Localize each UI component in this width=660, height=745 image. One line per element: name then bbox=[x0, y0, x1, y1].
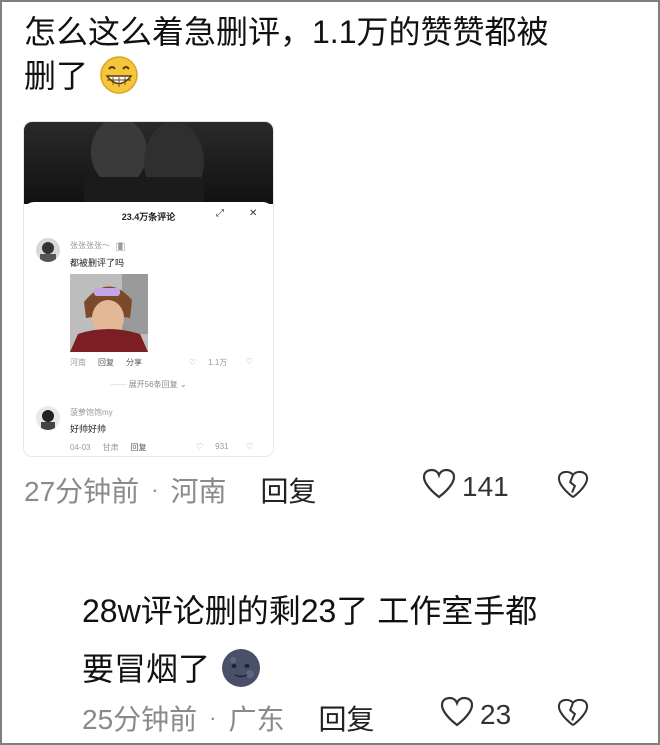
comment-2-like-count: 23 bbox=[480, 698, 512, 730]
comment-2-like-button[interactable]: 23 bbox=[440, 696, 511, 733]
avatar[interactable] bbox=[36, 238, 60, 262]
comment-1-line-2: 删了 bbox=[24, 58, 89, 94]
comment-1-line-2-wrap: 删了 bbox=[24, 54, 634, 106]
chevron-down-icon: ⌄ bbox=[179, 380, 187, 389]
comment-a-meta: 河南 回复 分享 bbox=[70, 357, 142, 368]
separator-dot: · bbox=[151, 477, 159, 502]
comment-b-like[interactable]: ♡ 931 bbox=[196, 442, 229, 451]
comment-1-meta: 27分钟前 · 河南 回复 bbox=[24, 470, 317, 510]
comment-1-text: 怎么这么着急删评，1.1万的赞赞都被 删了 bbox=[24, 10, 634, 106]
broken-heart-icon[interactable]: ♡ bbox=[246, 357, 253, 366]
comment-2-time: 25分钟前 bbox=[82, 704, 198, 735]
heart-icon: ♡ bbox=[189, 358, 197, 367]
comment-location: 甘肃 bbox=[102, 443, 119, 452]
comment-2-text: 28w评论删的剩23了 工作室手都 要冒烟了 bbox=[82, 582, 622, 708]
comment-photo[interactable] bbox=[70, 274, 148, 352]
video-thumbnail bbox=[24, 122, 273, 207]
like-count: 1.1万 bbox=[208, 358, 228, 367]
user-badge: █ bbox=[116, 243, 125, 251]
comment-date: 04-03 bbox=[70, 443, 91, 452]
broken-heart-icon bbox=[557, 470, 589, 505]
screenshot-frame: 怎么这么着急删评，1.1万的赞赞都被 删了 23.4万条评论 ⤢ ✕ 张张张张～… bbox=[0, 0, 660, 745]
comment-b-meta: 04-03 甘肃 回复 bbox=[70, 442, 146, 453]
username[interactable]: 菠萝饱饱my bbox=[70, 407, 113, 418]
comment-2-line-1: 28w评论删的剩23了 工作室手都 bbox=[82, 593, 538, 629]
heart-icon bbox=[440, 696, 474, 733]
comment-1-like-button[interactable]: 141 bbox=[422, 468, 509, 505]
comment-panel: 23.4万条评论 ⤢ ✕ 张张张张～ █ 都被删评了吗 bbox=[24, 202, 273, 456]
reply-button[interactable]: 回复 bbox=[130, 442, 146, 453]
comment-1-line-1: 怎么这么着急删评，1.1万的赞赞都被 bbox=[24, 14, 549, 50]
separator-dot: · bbox=[209, 705, 217, 730]
expand-replies-button[interactable]: —— 展开56条回复 ⌄ bbox=[24, 379, 273, 390]
comment-1-reply-button[interactable]: 回复 bbox=[261, 470, 317, 510]
comment-1-time: 27分钟前 bbox=[24, 476, 140, 507]
comment-1-like-count: 141 bbox=[462, 470, 509, 502]
username-text: 张张张张～ bbox=[70, 241, 110, 250]
broken-heart-icon bbox=[557, 698, 589, 733]
embedded-comment-screenshot: 23.4万条评论 ⤢ ✕ 张张张张～ █ 都被删评了吗 河南 回复 分享 ♡ 1… bbox=[24, 122, 273, 456]
comment-count-title: 23.4万条评论 bbox=[121, 212, 176, 222]
comment-2-meta: 25分钟前 · 广东 回复 bbox=[82, 698, 375, 738]
share-button[interactable]: 分享 bbox=[126, 357, 142, 368]
comment-1-dislike-button[interactable] bbox=[557, 470, 589, 505]
comment-text: 好帅好帅 bbox=[70, 424, 107, 434]
like-count: 931 bbox=[215, 442, 229, 451]
grinning-face-emoji-icon bbox=[97, 55, 141, 106]
comment-2-dislike-button[interactable] bbox=[557, 698, 589, 733]
comment-1-location: 河南 bbox=[170, 476, 227, 507]
avatar[interactable] bbox=[36, 406, 60, 430]
expand-icon[interactable]: ⤢ bbox=[216, 208, 224, 219]
comment-2-reply-button[interactable]: 回复 bbox=[319, 698, 375, 738]
heart-icon: ♡ bbox=[196, 442, 204, 451]
reply-button[interactable]: 回复 bbox=[98, 357, 114, 368]
expand-replies-label: 展开56条回复 bbox=[128, 380, 178, 389]
broken-heart-icon[interactable]: ♡ bbox=[246, 442, 253, 451]
comment-2-line-2: 要冒烟了 bbox=[82, 651, 211, 687]
username[interactable]: 张张张张～ █ bbox=[70, 240, 125, 251]
comment-location: 河南 bbox=[70, 358, 86, 367]
comment-a-like[interactable]: ♡ 1.1万 bbox=[189, 357, 227, 368]
close-icon[interactable]: ✕ bbox=[249, 208, 257, 219]
comment-text: 都被删评了吗 bbox=[70, 258, 125, 268]
comment-2-location: 广东 bbox=[228, 704, 285, 735]
heart-icon bbox=[422, 468, 456, 505]
